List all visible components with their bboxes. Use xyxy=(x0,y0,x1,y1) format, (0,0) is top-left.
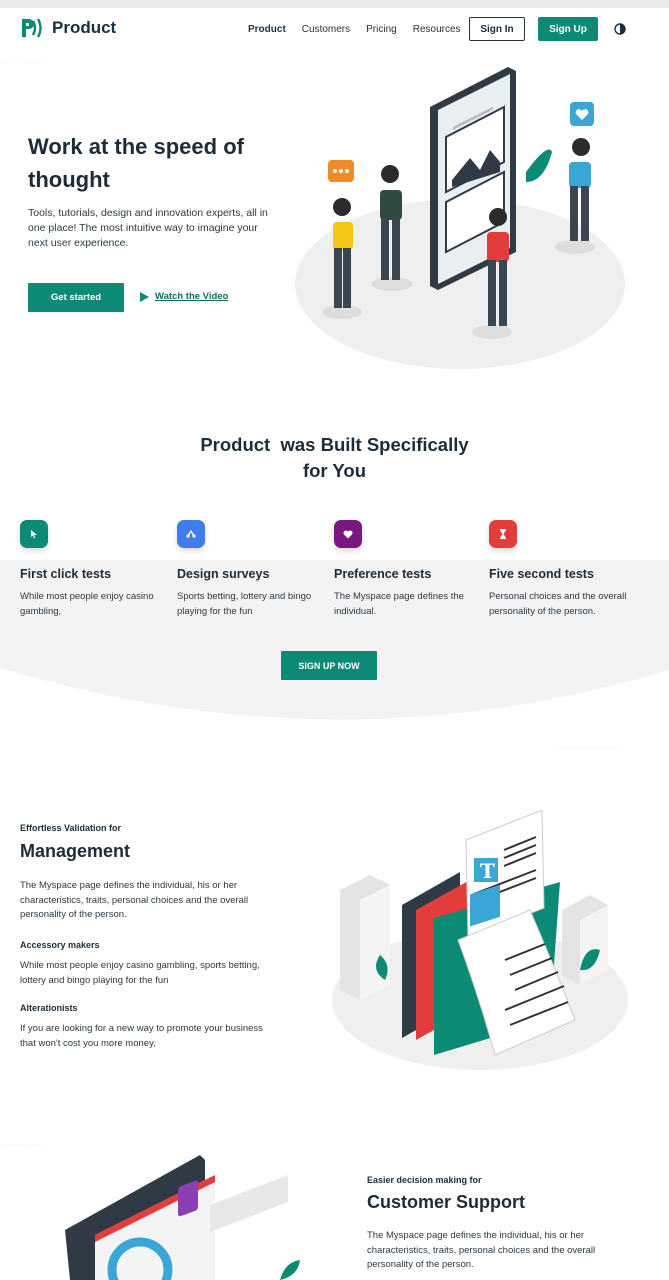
watch-video-label: Watch the Video xyxy=(155,291,229,302)
features-title-line2: for You xyxy=(302,460,367,481)
management-subdescription: If you are looking for a new way to prom… xyxy=(20,1023,263,1049)
theme-toggle-icon[interactable] xyxy=(614,23,626,35)
play-icon xyxy=(140,291,149,302)
feature-title: First click tests xyxy=(20,567,112,581)
nav-link-resources[interactable]: Resources xyxy=(413,24,461,35)
support-description: The Myspace page defines the individual,… xyxy=(367,1230,596,1270)
svg-text:T: T xyxy=(480,859,495,883)
management-subtitle: Accessory makers xyxy=(20,940,100,950)
get-started-button[interactable]: Get started xyxy=(28,283,124,312)
nav-link-customers[interactable]: Customers xyxy=(302,24,350,35)
watermark: ····························· xyxy=(555,745,618,751)
management-title: Management xyxy=(20,841,131,861)
management-subtitle: Alterationists xyxy=(20,1003,78,1013)
signin-button[interactable]: Sign In xyxy=(469,17,525,41)
feature-title: Five second tests xyxy=(489,567,594,581)
feature-card: Design surveys Sports betting, lottery a… xyxy=(177,520,317,619)
feature-description: The Myspace page defines the individual. xyxy=(334,591,464,617)
feature-card: First click tests While most people enjo… xyxy=(20,520,160,619)
hero-description: Tools, tutorials, design and innovation … xyxy=(28,207,268,249)
management-kicker: Effortless Validation for xyxy=(20,823,122,833)
logo-text: Product xyxy=(52,18,117,37)
signup-button[interactable]: Sign Up xyxy=(538,17,598,41)
watch-video-link[interactable]: Watch the Video xyxy=(140,291,228,302)
features-title: Product was Built Specifically for You xyxy=(0,432,669,484)
management-subdescription: While most people enjoy casino gambling,… xyxy=(20,960,260,986)
hourglass-icon xyxy=(489,520,517,548)
survey-icon xyxy=(177,520,205,548)
hero-title: Work at the speed of thought xyxy=(28,134,244,192)
support-title: Customer Support xyxy=(367,1192,526,1212)
signup-now-button[interactable]: SIGN UP NOW xyxy=(281,651,377,680)
feature-title: Design surveys xyxy=(177,567,270,581)
feature-description: Personal choices and the overall persona… xyxy=(489,591,627,617)
feature-card: Five second tests Personal choices and t… xyxy=(489,520,629,619)
nav-links: Product Customers Pricing Resources xyxy=(248,24,461,35)
nav-link-product[interactable]: Product xyxy=(248,24,286,35)
heart-icon xyxy=(334,520,362,548)
logo[interactable]: Product xyxy=(20,17,116,39)
management-description: The Myspace page defines the individual,… xyxy=(20,880,249,920)
feature-card: Preference tests The Myspace page define… xyxy=(334,520,474,619)
logo-icon xyxy=(22,18,42,38)
hero-illustration xyxy=(295,67,625,369)
feature-title: Preference tests xyxy=(334,567,432,581)
navbar: Product Product Customers Pricing Resour… xyxy=(0,8,669,54)
support-kicker: Easier decision making for xyxy=(367,1175,482,1185)
nav-link-pricing[interactable]: Pricing xyxy=(366,24,397,35)
feature-description: Sports betting, lottery and bingo playin… xyxy=(177,591,312,617)
top-strip xyxy=(0,0,669,8)
cursor-icon xyxy=(20,520,48,548)
watermark: ····················· xyxy=(0,60,46,66)
watermark: ····················· xyxy=(0,1142,46,1148)
feature-description: While most people enjoy casino gambling, xyxy=(20,591,154,617)
features-title-line1: Product was Built Specifically xyxy=(200,434,469,455)
support-illustration xyxy=(65,1155,300,1280)
management-illustration: T xyxy=(332,810,628,1070)
